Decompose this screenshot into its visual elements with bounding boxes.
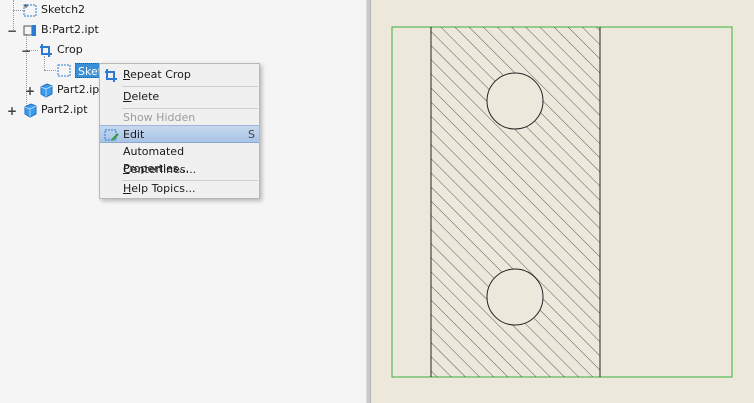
tree-item-crop[interactable]: Crop xyxy=(38,41,83,59)
menu-item-label: elp Topics... xyxy=(131,182,196,195)
menu-item-label: epeat Crop xyxy=(130,68,191,81)
menu-item-label: elete xyxy=(131,90,160,103)
context-menu: Repeat Crop Delete Show Hidden Annotatio… xyxy=(99,63,260,199)
menu-item-automated-centerlines[interactable]: Automated Centerlines... xyxy=(100,143,259,176)
collapse-icon[interactable]: − xyxy=(21,45,31,57)
menu-item-edit[interactable]: Edit S xyxy=(100,125,259,143)
menu-separator xyxy=(122,86,258,87)
menu-item-delete[interactable]: Delete xyxy=(100,88,259,106)
tree-item-sketch2[interactable]: Sketch2 xyxy=(22,1,85,19)
tree-item-part2-child[interactable]: Part2.ipt xyxy=(38,81,104,99)
hole-bottom xyxy=(486,268,544,326)
crop-icon xyxy=(38,42,54,58)
part-icon xyxy=(38,82,54,98)
menu-item-label: roperties... xyxy=(129,162,190,175)
model-browser: Sketch2 − B:Part2.ipt − Crop Sketch + Pa… xyxy=(0,0,366,403)
tree-item-label: Sketch2 xyxy=(41,3,86,16)
part-icon xyxy=(22,102,38,118)
menu-item-help-topics[interactable]: Help Topics... xyxy=(100,180,259,198)
sketch-icon xyxy=(56,62,72,78)
menu-item-label: Edit xyxy=(123,128,145,141)
drawing-canvas[interactable] xyxy=(371,0,754,403)
drawing-view xyxy=(391,26,733,378)
tree-connector xyxy=(44,70,56,71)
collapse-icon[interactable]: − xyxy=(7,25,17,37)
tree-item-label: Part2.ipt xyxy=(57,83,104,96)
menu-item-properties[interactable]: Properties... xyxy=(100,160,259,178)
tree-item-part-b[interactable]: B:Part2.ipt xyxy=(22,21,99,39)
menu-item-repeat-crop[interactable]: Repeat Crop xyxy=(100,66,259,84)
crop-icon xyxy=(103,67,119,83)
tree-item-label: Part2.ipt xyxy=(41,103,88,116)
edit-sketch-icon xyxy=(103,127,119,143)
expand-icon[interactable]: + xyxy=(25,85,35,97)
sketch-icon xyxy=(22,2,38,18)
tree-item-part2-root[interactable]: Part2.ipt xyxy=(22,101,88,119)
hole-top xyxy=(486,72,544,130)
tree-item-label: B:Part2.ipt xyxy=(41,23,99,36)
menu-item-shortcut: S xyxy=(248,128,255,141)
tree-item-label: Crop xyxy=(57,43,83,56)
break-view-icon xyxy=(22,22,38,38)
expand-icon[interactable]: + xyxy=(7,105,17,117)
